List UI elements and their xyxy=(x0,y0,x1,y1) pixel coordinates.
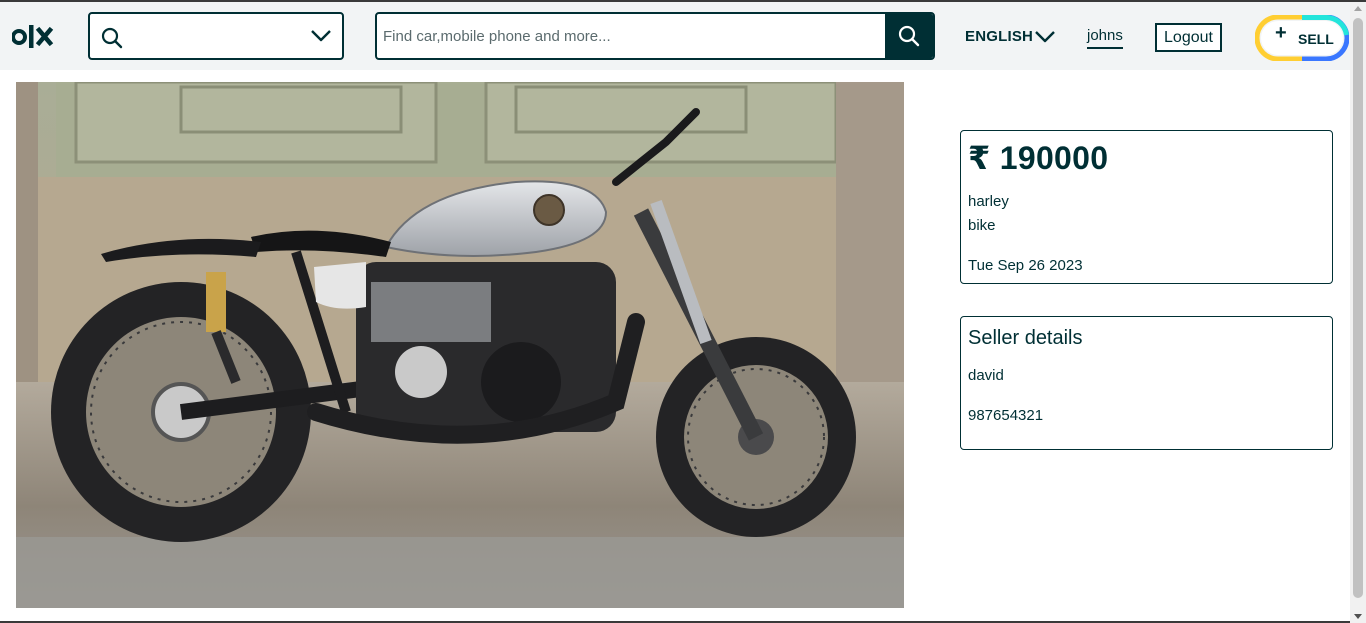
page: ENGLISH johns Logout + S xyxy=(0,0,1366,623)
chevron-down-icon[interactable] xyxy=(1034,30,1056,44)
product-name: harley xyxy=(968,193,1009,210)
search-bar xyxy=(375,12,935,60)
header: ENGLISH johns Logout + S xyxy=(0,2,1350,70)
plus-icon: + xyxy=(1275,22,1287,44)
seller-phone: 987654321 xyxy=(968,407,1044,424)
product-price: ₹ 190000 xyxy=(968,140,1109,176)
logout-button[interactable]: Logout xyxy=(1155,23,1222,52)
sell-label: SELL xyxy=(1298,31,1334,47)
search-icon xyxy=(101,27,123,49)
search-input[interactable] xyxy=(377,14,885,58)
search-icon xyxy=(898,25,920,47)
olx-logo-icon[interactable] xyxy=(12,24,58,50)
language-selector[interactable]: ENGLISH xyxy=(965,28,1033,45)
vertical-scrollbar[interactable] xyxy=(1350,2,1366,623)
search-button[interactable] xyxy=(885,14,933,58)
sell-button[interactable]: + SELL xyxy=(1255,15,1349,61)
scroll-up-arrow-icon[interactable] xyxy=(1354,6,1362,11)
seller-details-title: Seller details xyxy=(968,327,1083,349)
product-category: bike xyxy=(968,217,996,234)
product-date: Tue Sep 26 2023 xyxy=(968,257,1083,274)
product-details-card: ₹ 190000 harley bike Tue Sep 26 2023 xyxy=(960,130,1333,284)
seller-details-card: Seller details david 987654321 xyxy=(960,316,1333,450)
scrollbar-thumb[interactable] xyxy=(1353,18,1363,598)
product-image xyxy=(16,82,904,608)
chevron-down-icon xyxy=(311,30,331,42)
seller-name: david xyxy=(968,367,1004,384)
location-selector[interactable] xyxy=(88,12,344,60)
scroll-down-arrow-icon[interactable] xyxy=(1354,614,1362,619)
username-link[interactable]: johns xyxy=(1087,27,1123,49)
